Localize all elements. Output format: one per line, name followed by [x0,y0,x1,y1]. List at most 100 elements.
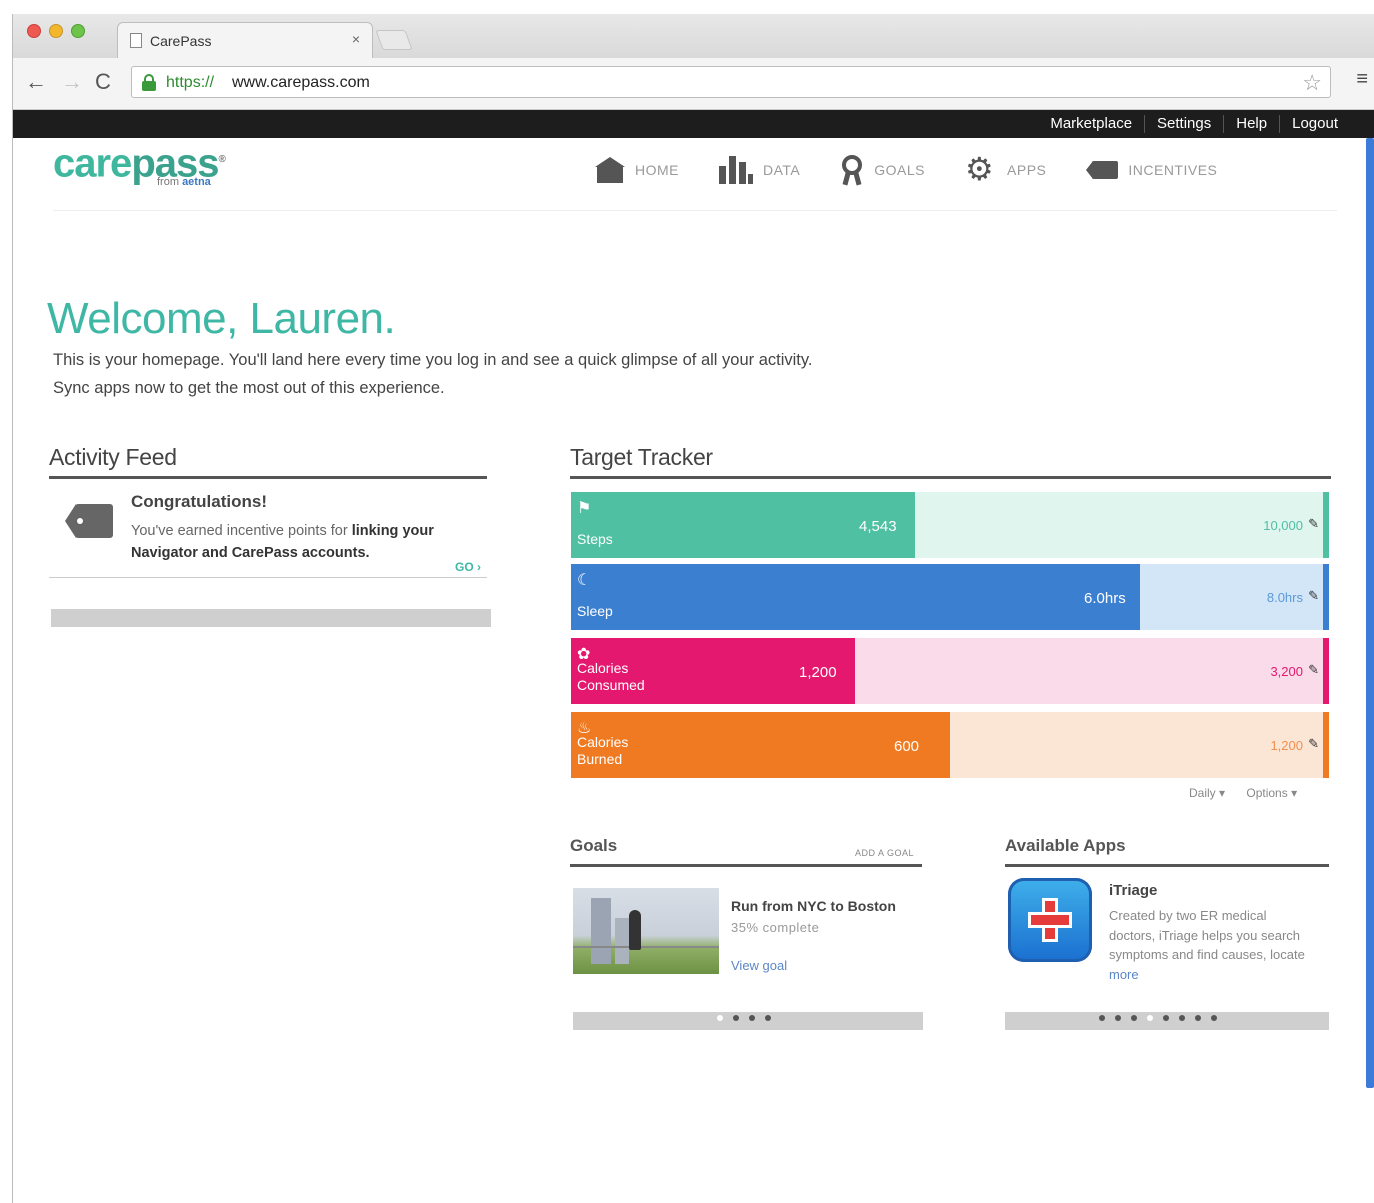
browser-toolbar: ← → C https:// www.carepass.com ☆ ≡ [13,58,1374,110]
marketplace-link[interactable]: Marketplace [1038,115,1144,133]
forward-arrow-icon[interactable]: → [61,68,83,96]
tab-title: CarePass [150,33,212,49]
sleep-icon: ☾ [577,572,592,589]
ribbon-icon [840,155,864,186]
bar-value: 4,543 [859,518,897,535]
gear-icon: ⚙ [965,151,995,187]
logo-subtitle: from aetna [157,176,211,188]
bookmark-star-icon[interactable]: ☆ [1302,70,1322,96]
apps-rule [1005,864,1329,867]
bar-label: Calories Consumed [577,660,645,693]
browser-menu-icon[interactable]: ≡ [1356,68,1368,91]
lock-icon [142,74,156,91]
more-link[interactable]: more [1109,967,1139,982]
close-window-button[interactable] [27,24,41,38]
bar-value: 600 [894,738,920,755]
tracker-bar-calories-consumed[interactable]: ✿ Calories Consumed 1,200 3,200 ✎ [571,638,1329,704]
intro-line-1: This is your homepage. You'll land here … [53,351,813,369]
bar-value: 6.0hrs [1084,590,1126,607]
nav-goals[interactable]: GOALS [840,152,925,188]
view-goal-link[interactable]: View goal [731,958,787,973]
app-name[interactable]: iTriage [1109,882,1157,899]
feed-pager[interactable] [51,609,491,627]
minimize-window-button[interactable] [49,24,63,38]
period-dropdown[interactable]: Daily ▾ [1189,786,1225,800]
goal-photo[interactable] [573,888,719,974]
bar-cap [1323,564,1329,630]
carepass-logo[interactable]: carepass® from aetna [53,138,226,188]
bar-target: 8.0hrs [1266,590,1303,605]
incentive-tag-icon [65,504,113,538]
tracker-controls: Daily ▾ Options ▾ [1189,786,1315,800]
header-divider [53,210,1337,211]
logout-link[interactable]: Logout [1279,115,1350,133]
nav-apps[interactable]: ⚙ APPS [965,152,1046,188]
feed-item-title: Congratulations! [131,492,267,511]
bar-label: Sleep [577,603,613,619]
target-tracker-title: Target Tracker [570,444,713,470]
app-description: Created by two ER medical doctors, iTria… [1109,908,1305,982]
nav-home[interactable]: HOME [595,152,679,188]
browser-window: CarePass × ← → C https:// www.carepass.c… [12,14,1374,1203]
options-dropdown[interactable]: Options ▾ [1246,786,1297,800]
tab-close-icon[interactable]: × [352,31,360,47]
goals-pager [573,1012,923,1030]
maximize-window-button[interactable] [71,24,85,38]
bar-value: 1,200 [799,664,837,681]
steps-icon: ⚑ [577,500,592,517]
goal-progress: 35% complete [731,920,820,935]
target-tracker-rule [570,476,1331,479]
bar-target: 10,000 [1263,518,1303,533]
bar-cap [1323,712,1329,778]
nav-data-label: DATA [763,162,801,178]
add-goal-link[interactable]: ADD A GOAL [855,848,914,858]
bar-chart-icon [719,156,753,184]
goal-title: Run from NYC to Boston [731,898,896,914]
page-icon [130,33,142,48]
page-title: Welcome, Lauren. [47,294,396,343]
site-topbar: Marketplace Settings Help Logout [13,110,1374,138]
edit-pencil-icon[interactable]: ✎ [1308,736,1319,752]
edit-pencil-icon[interactable]: ✎ [1308,588,1319,604]
edit-pencil-icon[interactable]: ✎ [1308,516,1319,532]
edit-pencil-icon[interactable]: ✎ [1308,662,1319,678]
back-arrow-icon[interactable]: ← [25,68,47,96]
settings-link[interactable]: Settings [1144,115,1223,133]
home-icon [595,157,625,183]
help-link[interactable]: Help [1223,115,1279,133]
tracker-bar-sleep[interactable]: ☾ Sleep 6.0hrs 8.0hrs ✎ [571,564,1329,630]
itriage-app-icon[interactable] [1008,878,1092,962]
feed-divider [49,577,487,578]
reload-icon[interactable]: C [95,68,111,96]
tag-icon [1086,159,1119,181]
nav-apps-label: APPS [1007,162,1047,178]
new-tab-button[interactable] [375,30,413,50]
bar-cap [1323,492,1329,558]
nav-incentives-label: INCENTIVES [1128,162,1218,178]
nav-data[interactable]: DATA [719,152,800,188]
page-scrollbar[interactable] [1366,138,1374,1088]
tracker-bar-steps[interactable]: ⚑ Steps 4,543 10,000 ✎ [571,492,1329,558]
nav-home-label: HOME [635,162,679,178]
bar-label: Calories Burned [577,734,629,767]
main-nav: HOME DATA GOALS ⚙ APPS INCENTIVES [595,152,1217,188]
url-host: www.carepass.com [232,74,370,91]
nav-goals-label: GOALS [874,162,926,178]
nav-incentives[interactable]: INCENTIVES [1086,152,1217,188]
intro-line-2: Sync apps now to get the most out of thi… [53,379,445,397]
apps-pager-dots[interactable] [1099,1015,1227,1021]
bar-cap [1323,638,1329,704]
feed-go-link[interactable]: GO › [455,560,481,574]
apps-pager [1005,1012,1329,1030]
activity-feed-title: Activity Feed [49,444,177,470]
goals-pager-dots[interactable] [717,1015,781,1021]
bar-target: 3,200 [1270,664,1303,679]
address-bar[interactable]: https:// www.carepass.com ☆ [131,66,1331,98]
bar-fill [571,564,1140,630]
bar-target: 1,200 [1270,738,1303,753]
tab-strip: CarePass × [13,14,1374,58]
browser-tab[interactable]: CarePass × [117,22,373,58]
tracker-bar-calories-burned[interactable]: ♨ Calories Burned 600 1,200 ✎ [571,712,1329,778]
goals-title: Goals [570,836,618,855]
intro-text: This is your homepage. You'll land here … [53,346,813,402]
